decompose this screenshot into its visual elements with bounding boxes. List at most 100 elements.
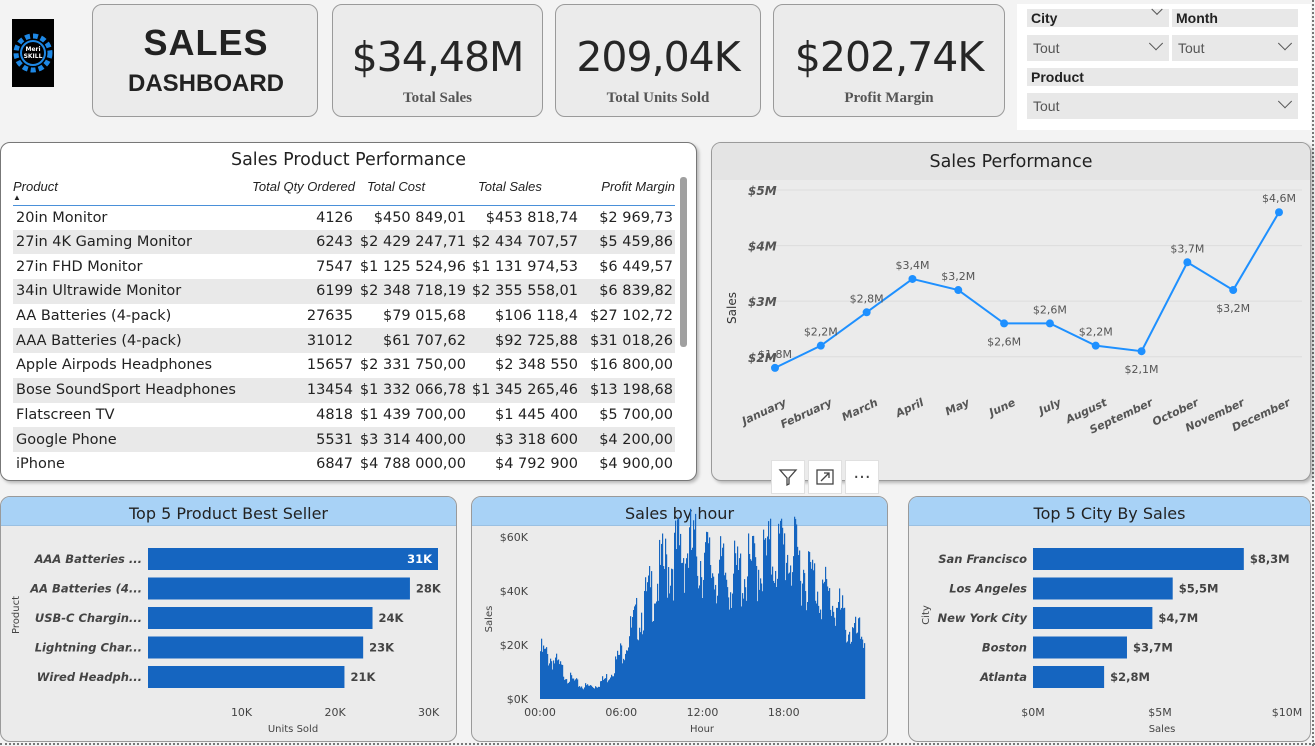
data-point [1000, 319, 1009, 328]
data-label: $1,8M [758, 348, 792, 361]
kpi-card-profit-margin[interactable]: $202,74K Profit Margin [773, 4, 1005, 117]
profit-cell: $2 969,73 [580, 205, 675, 230]
expand-icon[interactable] [808, 460, 842, 494]
bar [1033, 548, 1244, 570]
bar [148, 666, 345, 688]
qty-cell: 6847 [243, 451, 355, 477]
data-point [1183, 258, 1192, 267]
column-header-cost[interactable]: Total Cost [355, 177, 468, 206]
sales-performance-line-chart[interactable]: $2M$3M$4M$5MSales$1,8MJanuary$2,2MFebrua… [712, 143, 1312, 482]
category-label: San Francisco [938, 552, 1027, 566]
data-label: 31K [407, 552, 433, 566]
y-axis-label: Product [11, 596, 22, 634]
cost-cell: $2 348 718,19 [355, 279, 468, 304]
data-label: $8,3M [1250, 552, 1290, 566]
kpi-card-total-sales[interactable]: $34,48M Total Sales [332, 4, 543, 117]
x-tick-label: 18:00 [768, 706, 800, 719]
qty-cell: 27635 [243, 303, 355, 329]
table-scrollbar-thumb[interactable] [680, 177, 687, 347]
category-label: Los Angeles [949, 582, 1027, 596]
more-options-button[interactable]: ··· [845, 460, 879, 494]
cost-cell: $2 429 247,71 [355, 229, 468, 255]
cost-cell: $450 849,01 [355, 205, 468, 230]
table-row[interactable]: Google Phone 5531 $3 314 400,00 $3 318 600 $… [13, 427, 675, 452]
product-cell: 27in 4K Gaming Monitor [13, 229, 243, 255]
city-select-value: Tout [1033, 40, 1060, 56]
profit-cell: $6 449,57 [580, 254, 675, 280]
bar [148, 636, 364, 659]
table-row[interactable]: Apple Airpods Headphones 15657 $2 331 750,… [13, 353, 675, 378]
table-row[interactable]: Flatscreen TV 4818 $1 439 700,00 $1 445 400… [13, 402, 675, 428]
table-row[interactable]: iPhone 6847 $4 788 000,00 $4 792 900 $4 900,… [13, 451, 675, 477]
data-label: 23K [369, 641, 395, 655]
column-header-profit[interactable]: Profit Margin [580, 177, 675, 206]
table-row[interactable]: Bose SoundSport Headphones 13454 $1 332 06… [13, 377, 675, 403]
product-cell: iPhone [13, 451, 243, 477]
y-tick-label: $40K [500, 585, 529, 598]
qty-cell: 4126 [243, 205, 355, 230]
table-body: 20in Monitor 4126 $450 849,01 $453 818,74 $2… [13, 205, 675, 477]
category-label: Boston [982, 641, 1027, 655]
chevron-down-icon [1277, 36, 1293, 51]
data-label: 24K [379, 611, 405, 625]
y-tick-label: $5M [748, 184, 777, 198]
cost-cell: $1 439 700,00 [355, 402, 468, 428]
filter-panel: City Month Tout Tout Product Tout [1017, 3, 1311, 130]
product-cell: 34in Ultrawide Monitor [13, 279, 243, 304]
page-border-right [1312, 0, 1314, 746]
top-cities-bar-chart[interactable]: San Francisco $8,3M Los Angeles $5,5M New Yo… [909, 497, 1312, 743]
month-select[interactable]: Tout [1172, 35, 1298, 61]
data-label: $4,6M [1262, 192, 1296, 205]
data-label: $3,2M [941, 270, 975, 283]
profit-cell: $27 102,72 [580, 303, 675, 329]
data-label: $2,8M [1110, 670, 1150, 684]
profit-cell: $6 839,82 [580, 279, 675, 304]
product-select[interactable]: Tout [1027, 93, 1298, 119]
dashboard-page: Meri SKILL SALES DASHBOARD $34,48M Total… [0, 0, 1315, 746]
data-point [1229, 286, 1238, 295]
bar [148, 548, 438, 570]
table-row[interactable]: AA Batteries (4-pack) 27635 $79 015,68 $106… [13, 303, 675, 329]
table-row[interactable]: 34in Ultrawide Monitor 6199 $2 348 718,19 $… [13, 279, 675, 304]
x-tick-label: 10K [231, 706, 253, 719]
x-tick-label: April [893, 396, 926, 421]
dashboard-title: SALES [143, 22, 269, 63]
y-axis-label: Sales [725, 292, 739, 324]
column-header-sales[interactable]: Total Sales [468, 177, 580, 206]
sales-by-hour-panel: Sales by hour $0K $20K $40K $60K Sales 00:00 0… [471, 496, 888, 742]
sales-cell: $2 348 550 [468, 353, 580, 378]
x-tick-label: $5M [1148, 706, 1172, 719]
city-select[interactable]: Tout [1027, 35, 1169, 61]
cost-cell: $1 125 524,96 [355, 254, 468, 280]
cost-cell: $3 314 400,00 [355, 427, 468, 452]
table-row[interactable]: 27in FHD Monitor 7547 $1 125 524,96 $1 131 … [13, 254, 675, 280]
data-point [862, 308, 871, 317]
category-label: USB-C Chargin... [35, 611, 142, 625]
qty-cell: 4818 [243, 402, 355, 428]
kpi-card-total-units[interactable]: 209,04K Total Units Sold [555, 4, 761, 117]
filter-icon[interactable] [771, 460, 805, 494]
y-axis-label: Sales [484, 606, 495, 633]
data-label: 21K [350, 670, 376, 684]
company-logo: Meri SKILL [12, 19, 54, 87]
data-point [1275, 208, 1283, 217]
product-cell: Apple Airpods Headphones [13, 353, 243, 378]
table-row[interactable]: 20in Monitor 4126 $450 849,01 $453 818,74 $2… [13, 205, 675, 230]
sales-by-hour-chart[interactable]: $0K $20K $40K $60K Sales 00:00 06:00 12:00 18:00… [472, 497, 889, 743]
profit-cell: $31 018,26 [580, 328, 675, 354]
kpi-label: Total Sales [402, 90, 473, 106]
bar [1033, 636, 1127, 659]
logo-text-2: SKILL [24, 53, 43, 60]
x-axis-label: Sales [1149, 724, 1176, 735]
top-products-bar-chart[interactable]: AAA Batteries ... 31K AA Batteries (4... 28… [1, 497, 458, 743]
column-header-product[interactable]: Product ▲ [13, 177, 243, 206]
x-tick-label: 12:00 [687, 706, 719, 719]
chevron-down-icon[interactable] [1151, 3, 1163, 15]
sales-cell: $453 818,74 [468, 205, 580, 230]
qty-cell: 15657 [243, 353, 355, 378]
kpi-value: $202,74K [794, 33, 984, 81]
profit-cell: $4 200,00 [580, 427, 675, 452]
table-row[interactable]: 27in 4K Gaming Monitor 6243 $2 429 247,71 $… [13, 229, 675, 255]
column-header-qty[interactable]: Total Qty Ordered [243, 177, 355, 206]
table-row[interactable]: AAA Batteries (4-pack) 31012 $61 707,62 $92… [13, 328, 675, 354]
